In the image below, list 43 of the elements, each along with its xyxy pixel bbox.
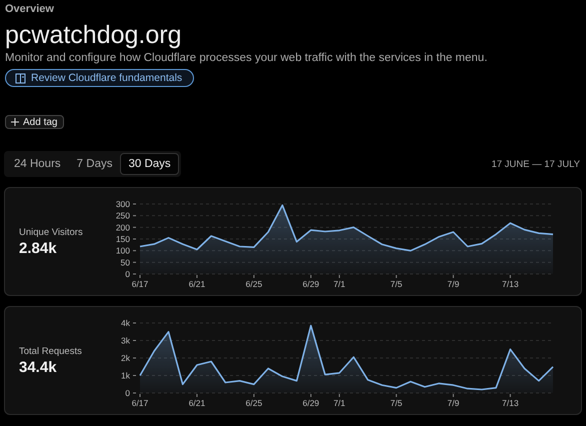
axis-label: 0 (125, 268, 130, 278)
date-range: 17 JUNE — 17 JULY (491, 158, 580, 170)
axis-label: 7/9 (447, 398, 460, 408)
axis-label: 250 (116, 210, 130, 220)
axis-label: 7/1 (333, 278, 346, 288)
metric-label: Unique Visitors (19, 226, 83, 238)
fundamentals-button[interactable]: Review Cloudflare fundamentals (5, 69, 194, 87)
range-tab[interactable]: 24 Hours (6, 153, 69, 175)
axis-label: 6/25 (246, 278, 262, 288)
axis-label: 300 (116, 198, 130, 208)
add-tag-button[interactable]: Add tag (5, 115, 64, 129)
axis-label: 7/1 (333, 398, 346, 408)
axis-label: 7/5 (390, 278, 402, 288)
axis-label: 6/17 (132, 278, 148, 288)
axis-label: 200 (116, 222, 130, 232)
axis-label: 2k (121, 352, 130, 362)
metric-label: Total Requests (19, 346, 82, 356)
axis-label: 100 (116, 245, 130, 256)
axis-label: 1k (121, 370, 130, 380)
metric-value: 34.4k (19, 358, 57, 376)
axis-label: 6/21 (188, 278, 206, 288)
range-tab[interactable]: 7 Days (68, 153, 120, 175)
page-title: pcwatchdog.org (5, 20, 182, 50)
page-description: Monitor and configure how Cloudflare processes your web traffic with the services in the menu. (5, 52, 488, 64)
breadcrumb: Overview (5, 3, 54, 17)
plus-icon (11, 118, 19, 126)
axis-label: 6/17 (132, 398, 148, 408)
axis-label: 6/29 (302, 278, 320, 288)
metric-value: 2.84k (19, 240, 57, 256)
axis-label: 7/13 (502, 278, 519, 288)
axis-label: 4k (121, 318, 130, 328)
axis-label: 6/29 (302, 398, 320, 408)
axis-label: 150 (116, 234, 130, 244)
axis-label: 7/9 (447, 278, 460, 288)
axis-label: 50 (120, 256, 130, 267)
axis-label: 7/13 (502, 398, 519, 408)
axis-label: 0 (125, 388, 130, 398)
axis-label: 6/25 (246, 398, 262, 408)
axis-label: 3k (121, 335, 130, 345)
book-icon (15, 72, 26, 84)
axis-label: 6/21 (188, 398, 206, 408)
axis-label: 7/5 (390, 398, 402, 408)
range-tab[interactable]: 30 Days (120, 153, 179, 175)
